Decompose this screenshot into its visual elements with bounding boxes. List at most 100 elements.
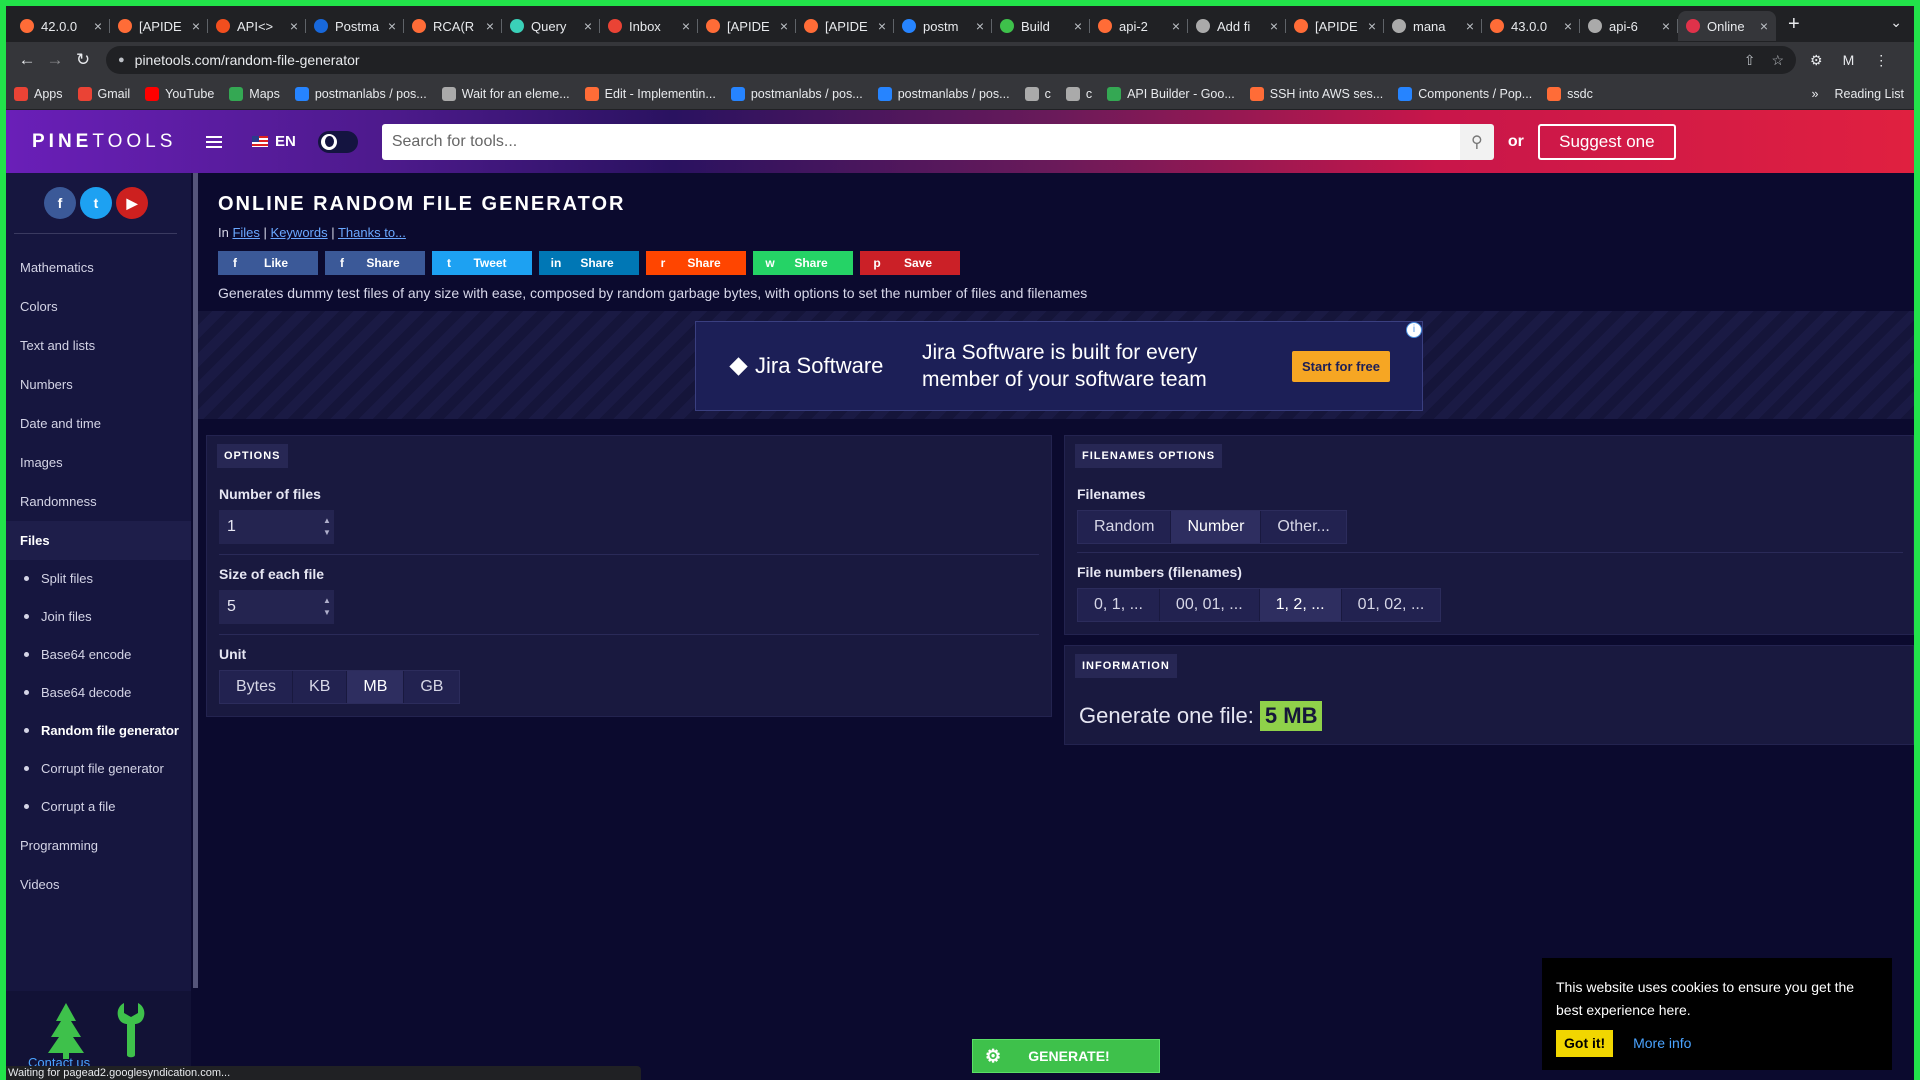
share-button[interactable]: r Share xyxy=(646,251,746,275)
bookmark-item[interactable]: ssdc xyxy=(1547,86,1593,101)
search-input[interactable]: Search for tools... xyxy=(381,123,1460,160)
twitter-icon[interactable]: t xyxy=(80,187,112,219)
crumb-thanks-link[interactable]: Thanks to... xyxy=(338,225,406,240)
ad-info-icon[interactable]: i xyxy=(1406,322,1422,338)
file-number-format-option[interactable]: 1, 2, ... xyxy=(1259,589,1342,621)
sidebar-item[interactable]: Date and time xyxy=(6,404,191,443)
sidebar-subitem[interactable]: Base64 encode xyxy=(6,636,191,674)
browser-tab[interactable]: [APIDE × xyxy=(110,11,208,41)
bookmark-item[interactable]: Components / Pop... xyxy=(1398,86,1532,101)
sidebar-subitem[interactable]: Random file generator xyxy=(6,712,191,750)
bookmark-item[interactable]: Edit - Implementin... xyxy=(584,86,716,101)
close-tab-icon[interactable]: × xyxy=(94,18,102,34)
bookmark-item[interactable]: c xyxy=(1065,86,1092,101)
close-tab-icon[interactable]: × xyxy=(388,18,396,34)
sidebar-item[interactable]: Videos xyxy=(6,865,191,904)
browser-tab[interactable]: api-6 × xyxy=(1580,11,1678,41)
size-input[interactable]: 5 ▲ ▼ xyxy=(219,590,334,624)
browser-tab[interactable]: [APIDE × xyxy=(796,11,894,41)
address-bar[interactable]: ● pinetools.com/random-file-generator ⇧ … xyxy=(106,46,1796,74)
tab-search-icon[interactable]: ⌄ xyxy=(1890,14,1902,31)
hamburger-menu-icon[interactable] xyxy=(206,133,222,151)
close-tab-icon[interactable]: × xyxy=(1662,18,1670,34)
bookmark-item[interactable]: Maps xyxy=(229,86,280,101)
sidebar-item[interactable]: Programming xyxy=(6,826,191,865)
bookmark-item[interactable]: postmanlabs / pos... xyxy=(877,86,1010,101)
browser-tab[interactable]: [APIDE × xyxy=(698,11,796,41)
browser-tab[interactable]: mana × xyxy=(1384,11,1482,41)
browser-tab[interactable]: 43.0.0 × xyxy=(1482,11,1580,41)
bookmark-item[interactable]: YouTube xyxy=(145,86,214,101)
ad-cta-button[interactable]: Start for free xyxy=(1292,350,1391,382)
sidebar-subitem[interactable]: Split files xyxy=(6,560,191,598)
browser-tab[interactable]: Query × xyxy=(502,11,600,41)
sidebar-subitem[interactable]: Join files xyxy=(6,598,191,636)
sidebar-item[interactable]: Images xyxy=(6,443,191,482)
unit-option[interactable]: GB xyxy=(404,671,459,703)
browser-tab[interactable]: 42.0.0 × xyxy=(12,11,110,41)
sidebar-item[interactable]: Text and lists xyxy=(6,326,191,365)
cookie-accept-button[interactable]: Got it! xyxy=(1556,1030,1614,1057)
close-tab-icon[interactable]: × xyxy=(878,18,886,34)
close-tab-icon[interactable]: × xyxy=(1270,18,1278,34)
share-icon[interactable]: ⇧ xyxy=(1744,52,1756,69)
close-tab-icon[interactable]: × xyxy=(1368,18,1376,34)
bookmark-item[interactable]: Gmail xyxy=(77,86,130,101)
bookmark-star-icon[interactable]: ☆ xyxy=(1771,52,1784,69)
file-number-format-option[interactable]: 0, 1, ... xyxy=(1078,589,1160,621)
site-logo[interactable]: PINETOOLS xyxy=(32,131,182,153)
back-icon[interactable]: ← xyxy=(14,50,40,70)
youtube-icon[interactable]: ▶ xyxy=(116,187,148,219)
language-selector[interactable]: EN xyxy=(252,133,296,150)
reading-list-button[interactable]: Reading List xyxy=(1835,87,1905,101)
close-tab-icon[interactable]: × xyxy=(1172,18,1180,34)
close-tab-icon[interactable]: × xyxy=(584,18,592,34)
sidebar-scrollbar[interactable] xyxy=(193,173,198,988)
close-tab-icon[interactable]: × xyxy=(1074,18,1082,34)
browser-tab[interactable]: [APIDE × xyxy=(1286,11,1384,41)
close-tab-icon[interactable]: × xyxy=(192,18,200,34)
browser-tab[interactable]: Build × xyxy=(992,11,1090,41)
browser-tab[interactable]: API<> × xyxy=(208,11,306,41)
sidebar-item[interactable]: Numbers xyxy=(6,365,191,404)
bookmark-item[interactable]: Apps xyxy=(14,86,63,101)
browser-menu-icon[interactable]: ⋮ xyxy=(1874,52,1888,69)
close-tab-icon[interactable]: × xyxy=(290,18,298,34)
number-stepper-icon[interactable]: ▲ ▼ xyxy=(320,515,334,539)
profile-avatar[interactable]: M xyxy=(1843,52,1855,68)
filename-mode-option[interactable]: Other... xyxy=(1261,511,1345,543)
reload-icon[interactable]: ↻ xyxy=(70,50,96,70)
browser-tab[interactable]: Inbox × xyxy=(600,11,698,41)
forward-icon[interactable]: → xyxy=(42,50,68,70)
share-button[interactable]: f Share xyxy=(325,251,425,275)
share-button[interactable]: in Share xyxy=(539,251,639,275)
close-tab-icon[interactable]: × xyxy=(682,18,690,34)
facebook-icon[interactable]: f xyxy=(44,187,76,219)
cookie-more-info-link[interactable]: More info xyxy=(1633,1035,1691,1051)
sidebar-item-files[interactable]: Files xyxy=(6,521,191,560)
close-tab-icon[interactable]: × xyxy=(976,18,984,34)
extensions-icon[interactable]: ⚙ xyxy=(1810,52,1823,69)
sidebar-item[interactable]: Randomness xyxy=(6,482,191,521)
bookmark-item[interactable]: API Builder - Goo... xyxy=(1107,86,1235,101)
crumb-keywords-link[interactable]: Keywords xyxy=(271,225,328,240)
crumb-files-link[interactable]: Files xyxy=(232,225,259,240)
new-tab-icon[interactable]: + xyxy=(1788,13,1800,36)
sidebar-subitem[interactable]: Corrupt file generator xyxy=(6,750,191,788)
more-bookmarks-icon[interactable]: » xyxy=(1812,87,1819,101)
close-tab-icon[interactable]: × xyxy=(780,18,788,34)
bookmark-item[interactable]: c xyxy=(1024,86,1051,101)
share-button[interactable]: f Like xyxy=(218,251,318,275)
bookmark-item[interactable]: SSH into AWS ses... xyxy=(1249,86,1383,101)
jira-ad-banner[interactable]: Jira Software Jira Software is built for… xyxy=(695,321,1423,411)
browser-tab[interactable]: Online × xyxy=(1678,11,1776,41)
file-number-format-option[interactable]: 00, 01, ... xyxy=(1160,589,1260,621)
share-button[interactable]: w Share xyxy=(753,251,853,275)
browser-tab[interactable]: Postma × xyxy=(306,11,404,41)
generate-button[interactable]: ⚙ GENERATE! xyxy=(972,1039,1160,1073)
close-tab-icon[interactable]: × xyxy=(1564,18,1572,34)
browser-tab[interactable]: postm × xyxy=(894,11,992,41)
bookmark-item[interactable]: postmanlabs / pos... xyxy=(730,86,863,101)
sidebar-item[interactable]: Mathematics xyxy=(6,248,191,287)
unit-option[interactable]: KB xyxy=(293,671,348,703)
